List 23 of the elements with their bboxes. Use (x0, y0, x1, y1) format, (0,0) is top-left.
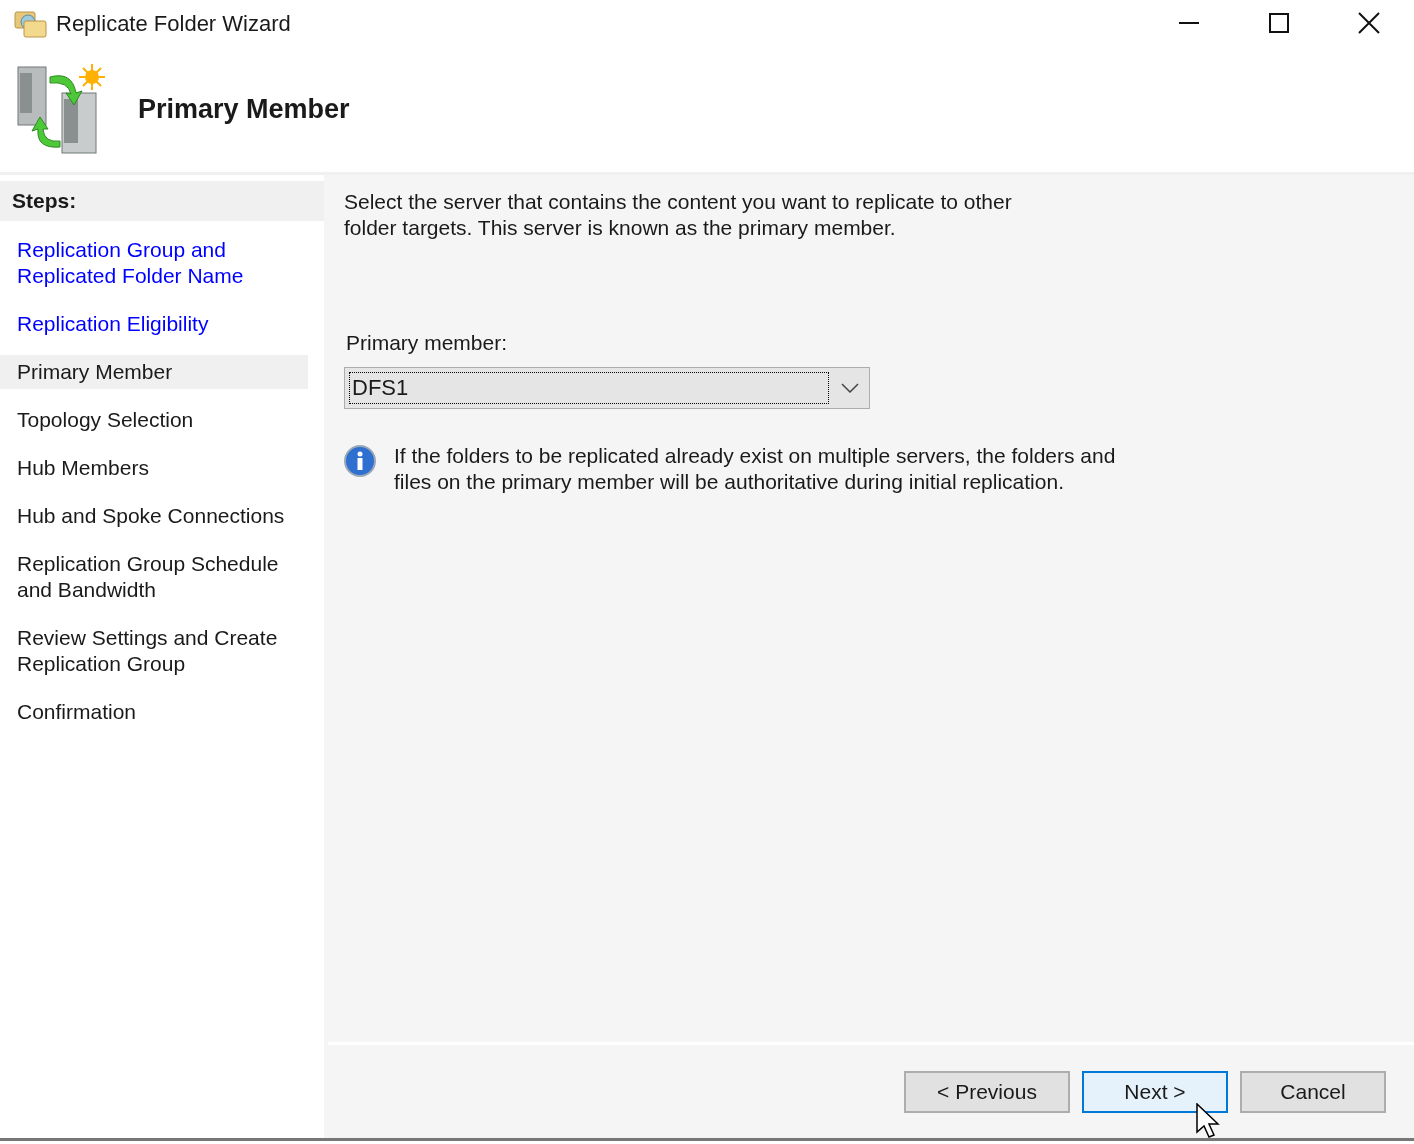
intro-text: Select the server that contains the content you want to replicate to other folder targets. This server is known as the primary member. (344, 189, 1013, 241)
wizard-button[interactable]: < Previous (904, 1070, 1070, 1113)
close-icon (1358, 12, 1380, 34)
steps-heading: Steps: (0, 181, 324, 221)
step-item: Review Settings and Create Replication Group (16, 625, 279, 677)
step-item: Hub Members (16, 455, 150, 481)
folders-icon (14, 8, 48, 38)
field-label: Primary member: (346, 330, 509, 356)
page-title: Primary Member (138, 92, 350, 126)
wizard-button[interactable]: Next > (1082, 1070, 1228, 1113)
primary-member-dropdown[interactable]: DFS1 (344, 366, 870, 409)
step-item: Primary Member (0, 355, 308, 389)
step-item: Replication Group Schedule and Bandwidth (16, 551, 280, 603)
step-item: Hub and Spoke Connections (16, 503, 286, 529)
info-icon (344, 444, 376, 477)
step-item[interactable]: Replication Eligibility (0, 307, 308, 341)
step-item[interactable]: Replication Group and Replicated Folder Name (0, 233, 308, 293)
chevron-down-icon (841, 382, 859, 393)
step-item: Topology Selection (16, 407, 195, 433)
window-title: Replicate Folder Wizard (56, 9, 291, 38)
step-item: Confirmation (16, 699, 138, 725)
info-text: If the folders to be replicated already exist on multiple servers, the folders and files on the primary member will be authoritative during initial replication. (394, 442, 1117, 495)
wizard-button[interactable]: Cancel (1240, 1070, 1386, 1113)
